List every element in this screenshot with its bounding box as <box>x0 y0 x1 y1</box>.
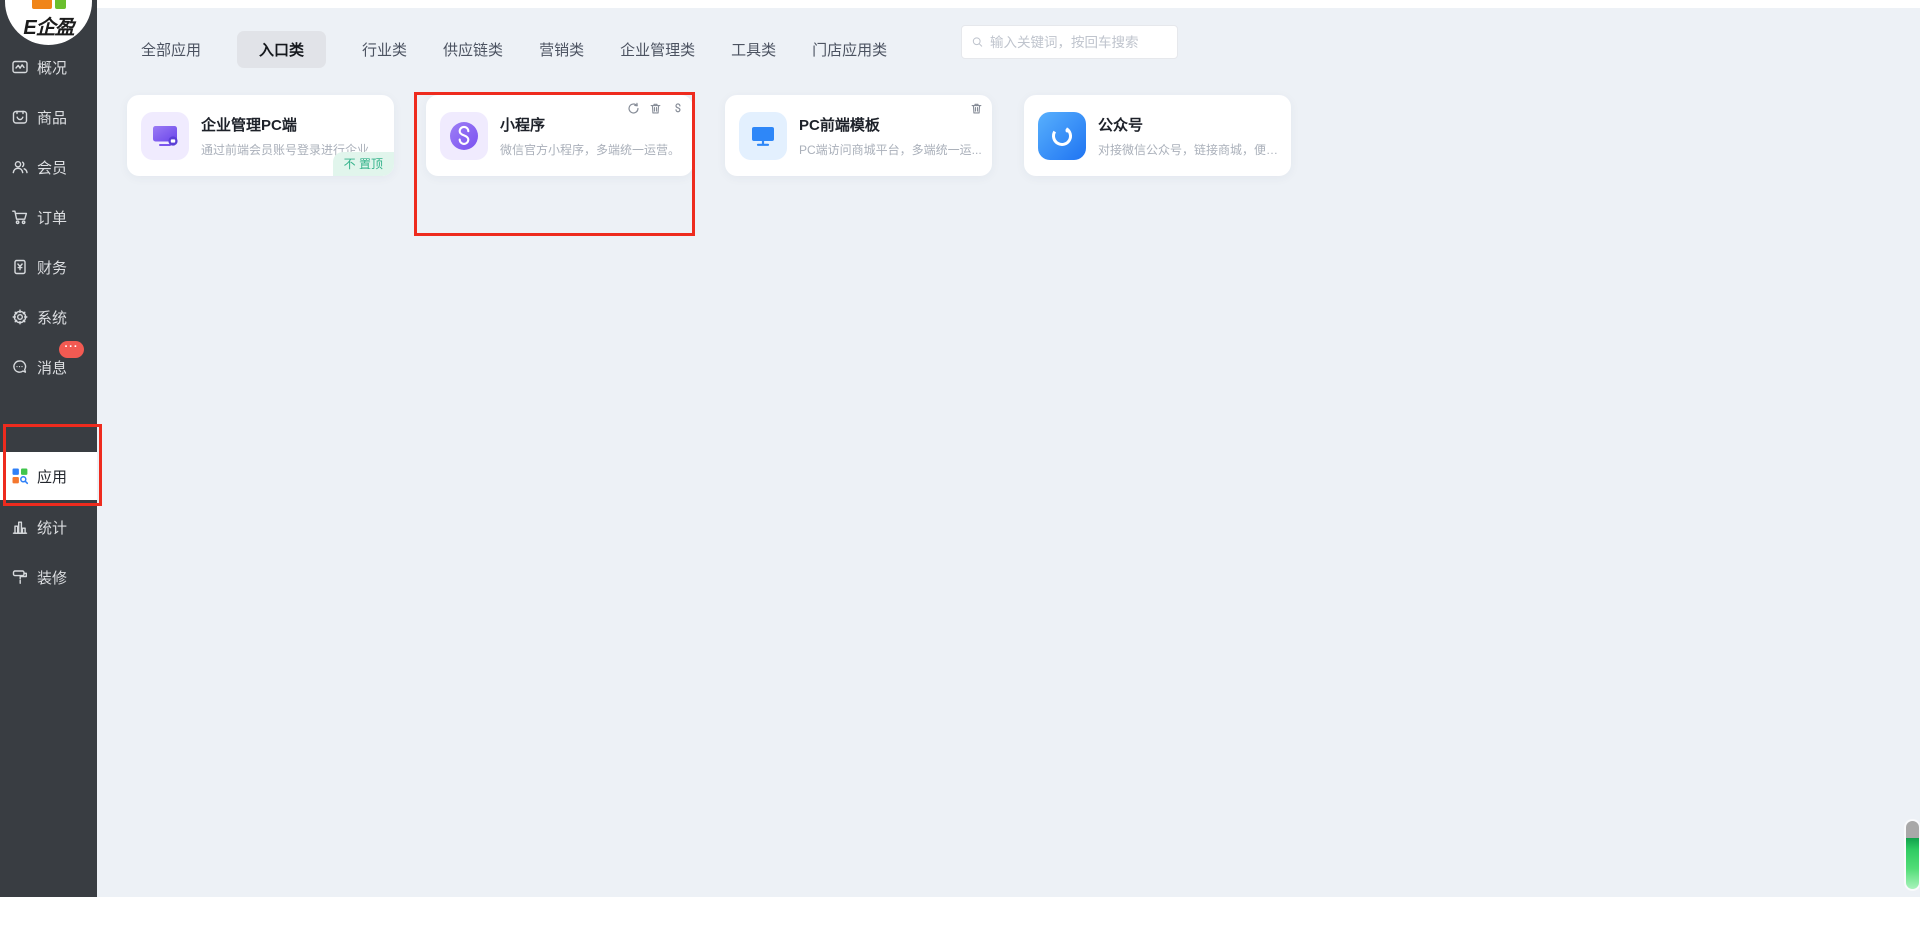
card-title: 企业管理PC端 <box>201 114 387 135</box>
category-tabs: 全部应用 入口类 行业类 供应链类 营销类 企业管理类 工具类 门店应用类 <box>141 30 887 68</box>
search-input[interactable] <box>990 35 1167 50</box>
sidebar-item-label: 订单 <box>37 207 67 228</box>
sidebar-item-members[interactable]: 会员 <box>0 150 97 184</box>
app-card-enterprise-pc[interactable]: 企业管理PC端 通过前端会员账号登录进行企业管理 不 置顶 <box>127 95 394 176</box>
official-account-icon <box>1038 112 1086 160</box>
app-card-miniprogram[interactable]: 小程序 微信官方小程序，多端统一运营。 <box>426 95 693 176</box>
logo-blocks-icon <box>32 0 66 9</box>
sidebar-item-system[interactable]: 系统 <box>0 300 97 334</box>
card-title: PC前端模板 <box>799 114 982 135</box>
sidebar-item-label: 概况 <box>37 57 67 78</box>
miniprogram-icon <box>440 112 488 160</box>
tab-marketing[interactable]: 营销类 <box>539 39 584 60</box>
card-actions <box>970 102 983 115</box>
sidebar-item-messages[interactable]: 消息 <box>0 350 97 384</box>
delete-icon[interactable] <box>649 102 662 115</box>
brand-name: E企盈 <box>5 11 92 40</box>
sidebar-item-label: 应用 <box>37 466 67 487</box>
sidebar-item-goods[interactable]: 商品 <box>0 100 97 134</box>
tab-all-apps[interactable]: 全部应用 <box>141 39 201 60</box>
sidebar-item-label: 商品 <box>37 107 67 128</box>
pc-template-icon <box>739 112 787 160</box>
enterprise-pc-icon <box>141 112 189 160</box>
app-card-official-account[interactable]: 公众号 对接微信公众号，链接商城，便于... <box>1024 95 1291 176</box>
card-text: 小程序 微信官方小程序，多端统一运营。 <box>500 114 680 158</box>
refresh-icon[interactable] <box>627 102 640 115</box>
card-description: PC端访问商城平台，多端统一运... <box>799 141 982 158</box>
sidebar-item-apps[interactable]: 应用 <box>0 459 97 493</box>
sidebar-item-label: 统计 <box>37 517 67 538</box>
members-icon <box>11 158 29 176</box>
card-actions <box>627 102 684 115</box>
sidebar-item-overview[interactable]: 概况 <box>0 50 97 84</box>
stats-icon <box>11 518 29 536</box>
card-text: 企业管理PC端 通过前端会员账号登录进行企业管理 <box>201 114 387 158</box>
app-card-pc-template[interactable]: PC前端模板 PC端访问商城平台，多端统一运... <box>725 95 992 176</box>
sidebar-item-label: 系统 <box>37 307 67 328</box>
search-box <box>961 25 1178 59</box>
overview-icon <box>11 58 29 76</box>
tab-tools[interactable]: 工具类 <box>731 39 776 60</box>
scrollbar-thumb-green <box>1906 838 1919 889</box>
page: { "brand": { "logo_text": "E企盈" }, "side… <box>0 0 1920 931</box>
card-description: 微信官方小程序，多端统一运营。 <box>500 141 680 158</box>
sidebar-item-label: 财务 <box>37 257 67 278</box>
tab-supply-chain[interactable]: 供应链类 <box>443 39 503 60</box>
card-title: 小程序 <box>500 114 680 135</box>
not-pinned-badge[interactable]: 不 置顶 <box>333 152 394 176</box>
sidebar-item-orders[interactable]: 订单 <box>0 200 97 234</box>
apps-icon <box>11 467 29 485</box>
sidebar-item-label: 会员 <box>37 157 67 178</box>
card-description: 对接微信公众号，链接商城，便于... <box>1098 141 1284 158</box>
tab-store-apps[interactable]: 门店应用类 <box>812 39 887 60</box>
search-icon <box>972 35 983 49</box>
sidebar-item-label: 装修 <box>37 567 67 588</box>
tab-entry[interactable]: 入口类 <box>237 31 326 68</box>
scrollbar-thumb[interactable] <box>1906 821 1919 889</box>
delete-icon[interactable] <box>970 102 983 115</box>
decorate-icon <box>11 568 29 586</box>
sidebar: 概况 商品 会员 订单 财务 系统 消息 ··· 应用 统计 装修 <box>0 0 97 897</box>
sidebar-item-finance[interactable]: 财务 <box>0 250 97 284</box>
card-text: 公众号 对接微信公众号，链接商城，便于... <box>1098 114 1284 158</box>
goods-icon <box>11 108 29 126</box>
card-title: 公众号 <box>1098 114 1284 135</box>
brand-logo: E企盈 <box>5 0 92 45</box>
miniprogram-link-icon[interactable] <box>671 102 684 115</box>
sidebar-item-label: 消息 <box>37 357 67 378</box>
card-text: PC前端模板 PC端访问商城平台，多端统一运... <box>799 114 982 158</box>
tab-industry[interactable]: 行业类 <box>362 39 407 60</box>
message-icon <box>11 358 29 376</box>
scrollbar-thumb-cap <box>1906 821 1919 838</box>
sidebar-item-decorate[interactable]: 装修 <box>0 560 97 594</box>
finance-icon <box>11 258 29 276</box>
system-icon <box>11 308 29 326</box>
messages-unread-badge: ··· <box>59 341 84 358</box>
sidebar-item-stats[interactable]: 统计 <box>0 510 97 544</box>
main-content: 全部应用 入口类 行业类 供应链类 营销类 企业管理类 工具类 门店应用类 企业… <box>97 0 1920 931</box>
orders-icon <box>11 208 29 226</box>
tab-enterprise-mgmt[interactable]: 企业管理类 <box>620 39 695 60</box>
